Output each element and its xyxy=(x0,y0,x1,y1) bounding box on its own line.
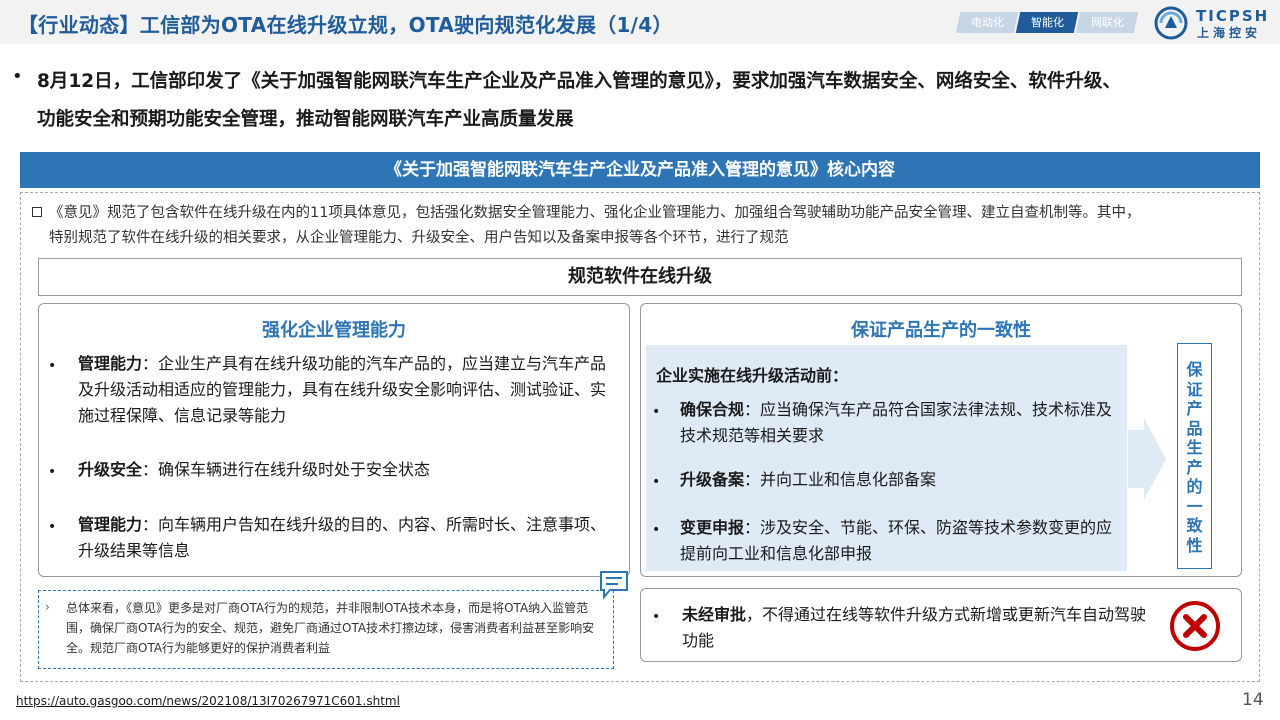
tag-intelligence[interactable]: 智能化 xyxy=(1015,12,1079,33)
bullet-icon: • xyxy=(652,609,661,625)
company-logo: TICPSH 上海控安 xyxy=(1152,4,1272,40)
right-item-3: 变更申报：涉及安全、节能、环保、防盗等技术参数变更的应提前向工业和信息化部申报 xyxy=(680,518,1113,563)
intro-bullet: • xyxy=(12,66,23,87)
vertical-label-box: 保 证 产 品 生 产 的 一 致 性 xyxy=(1177,343,1212,569)
left-panel-title: 强化企业管理能力 xyxy=(262,320,406,341)
logo-text-en: TICPSH xyxy=(1196,7,1270,25)
section-banner: 《关于加强智能网联汽车生产企业及产品准入管理的意见》核心内容 xyxy=(20,152,1260,188)
left-item-3: 管理能力：向车辆用户告知在线升级的目的、内容、所需时长、注意事项、升级结果等信息 xyxy=(78,515,607,560)
header-bar: 【行业动态】工信部为OTA在线升级立规，OTA驶向规范化发展（1/4） 电动化 … xyxy=(0,0,1280,44)
bullet-icon: • xyxy=(48,464,57,480)
right-item-1: 确保合规：应当确保汽车产品符合国家法律法规、技术标准及技术规范等相关要求 xyxy=(680,400,1113,445)
note-text: 总体来看，《意见》更多是对厂商OTA行为的规范，并非限制OTA技术本身，而是将O… xyxy=(66,601,595,655)
logo-text-cn: 上海控安 xyxy=(1197,26,1262,40)
prohibition-text: 未经审批，不得通过在线等软件升级方式新增或更新汽车自动驾驶功能 xyxy=(682,605,1147,650)
intro-line-1: 8月12日，工信部印发了《关于加强智能网联汽车生产企业及产品准入管理的意见》，要… xyxy=(37,71,1121,92)
page-number: 14 xyxy=(1242,690,1264,710)
source-link[interactable]: https://auto.gasgoo.com/news/202108/13I7… xyxy=(16,694,400,708)
bullet-icon: • xyxy=(652,474,661,490)
intro-text: 8月12日，工信部印发了《关于加强智能网联汽车生产企业及产品准入管理的意见》，要… xyxy=(37,63,1280,139)
summary-text: 《意见》规范了包含软件在线升级在内的11项具体意见，包括强化数据安全管理能力、强… xyxy=(49,201,1259,251)
bullet-icon: • xyxy=(48,519,57,535)
section-title: 规范软件在线升级 xyxy=(38,258,1242,296)
bullet-icon: • xyxy=(652,404,661,420)
summary-line-1: 《意见》规范了包含软件在线升级在内的11项具体意见，包括强化数据安全管理能力、强… xyxy=(49,205,1141,221)
bullet-icon: • xyxy=(652,522,661,538)
left-item-2: 升级安全：确保车辆进行在线升级时处于安全状态 xyxy=(78,460,431,479)
tag-connectivity[interactable]: 网联化 xyxy=(1075,12,1139,33)
right-panel-title: 保证产品生产的一致性 xyxy=(851,320,1031,341)
right-item-2: 升级备案：并向工业和信息化部备案 xyxy=(680,470,937,489)
prohibited-x-icon xyxy=(1170,601,1220,651)
chevron-right-arrow-icon xyxy=(1128,418,1166,500)
chevron-right-icon: › xyxy=(45,600,50,614)
category-tags: 电动化 智能化 网联化 xyxy=(955,12,1139,33)
logo-mark-icon xyxy=(1154,6,1188,40)
summary-line-2: 特别规范了软件在线升级的相关要求，从企业管理能力、升级安全、用户告知以及备案申报… xyxy=(49,230,789,246)
page-title: 【行业动态】工信部为OTA在线升级立规，OTA驶向规范化发展（1/4） xyxy=(18,13,673,37)
checkbox-square-icon xyxy=(32,207,42,217)
comment-icon xyxy=(600,571,628,600)
right-subtitle: 企业实施在线升级活动前： xyxy=(656,366,849,385)
intro-line-2: 功能安全和预期功能安全管理，推动智能网联汽车产业高质量发展 xyxy=(37,109,574,130)
tag-electrification[interactable]: 电动化 xyxy=(955,12,1019,33)
bullet-icon: • xyxy=(48,358,57,374)
left-item-1: 管理能力：企业生产具有在线升级功能的汽车产品的，应当建立与汽车产品及升级活动相适… xyxy=(78,354,607,425)
